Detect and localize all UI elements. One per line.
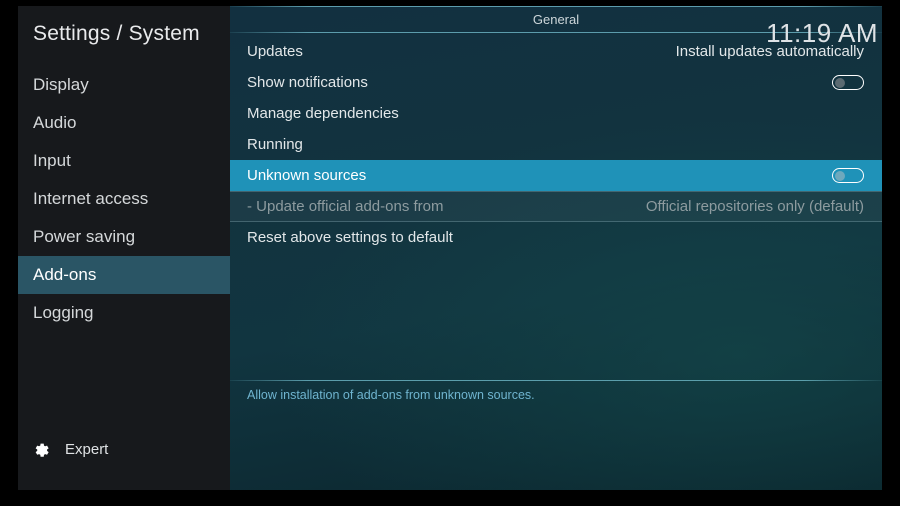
setting-row[interactable]: Manage dependencies bbox=[230, 98, 882, 129]
setting-row[interactable]: Show notifications bbox=[230, 67, 882, 98]
setting-value: Official repositories only (default) bbox=[645, 198, 864, 215]
clock: 11:19 AM bbox=[766, 18, 878, 48]
expert-level-label: Expert bbox=[65, 441, 109, 458]
setting-row[interactable]: Running bbox=[230, 129, 882, 160]
setting-label: Unknown sources bbox=[247, 167, 367, 184]
toggle-switch[interactable] bbox=[832, 75, 864, 90]
page-title: Settings / System bbox=[33, 22, 200, 45]
toggle-knob bbox=[834, 170, 845, 181]
sidebar-item-input[interactable]: Input bbox=[18, 142, 230, 180]
setting-row[interactable]: Unknown sources bbox=[230, 160, 882, 191]
help-text: Allow installation of add-ons from unkno… bbox=[247, 388, 535, 402]
sidebar-nav: Display Audio Input Internet access Power sa… bbox=[18, 66, 230, 332]
toggle-knob bbox=[834, 77, 845, 88]
sidebar-item-audio[interactable]: Audio bbox=[18, 104, 230, 142]
setting-row: - Update official add-ons from Official r… bbox=[230, 191, 882, 222]
settings-panel: General Updates Install updates automatic… bbox=[230, 6, 882, 490]
panel-top-divider bbox=[230, 6, 882, 7]
setting-label: - Update official add-ons from bbox=[247, 198, 444, 215]
sidebar-item-power-saving[interactable]: Power saving bbox=[18, 218, 230, 256]
sidebar-item-internet-access[interactable]: Internet access bbox=[18, 180, 230, 218]
expert-level-button[interactable]: Expert bbox=[32, 439, 108, 460]
sidebar-item-add-ons[interactable]: Add-ons bbox=[18, 256, 230, 294]
setting-label: Updates bbox=[247, 43, 303, 60]
setting-row[interactable]: Reset above settings to default bbox=[230, 222, 882, 253]
sidebar-item-display[interactable]: Display bbox=[18, 66, 230, 104]
setting-label: Reset above settings to default bbox=[247, 229, 453, 246]
sidebar-item-logging[interactable]: Logging bbox=[18, 294, 230, 332]
kodi-settings-screen: Settings / System Display Audio Input Inter… bbox=[18, 6, 882, 490]
setting-label: Manage dependencies bbox=[247, 105, 399, 122]
setting-label: Running bbox=[247, 136, 303, 153]
setting-label: Show notifications bbox=[247, 74, 368, 91]
gear-icon bbox=[32, 439, 53, 460]
help-divider bbox=[230, 380, 882, 381]
toggle-switch[interactable] bbox=[832, 168, 864, 183]
settings-list: Updates Install updates automatically Show… bbox=[230, 36, 882, 253]
sidebar: Settings / System Display Audio Input Inter… bbox=[18, 6, 230, 490]
